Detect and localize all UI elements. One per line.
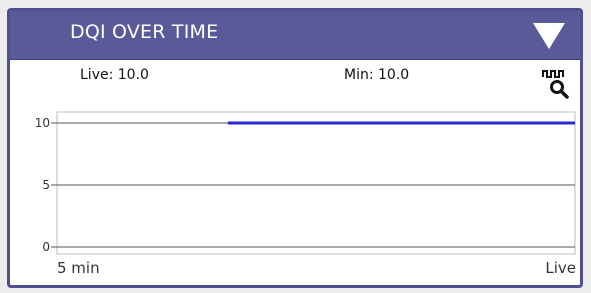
x-tick-label-end: Live [545, 259, 576, 277]
y-tick-label-5: 5 [42, 178, 50, 192]
dqi-over-time-panel: DQI OVER TIME Live: 10.0 Min: 10.0 0 5 10 … [7, 8, 583, 288]
min-value: Min: 10.0 [344, 67, 410, 83]
y-tick-label-10: 10 [35, 116, 50, 130]
x-tick-label-start: 5 min [57, 259, 100, 277]
live-value: Live: 10.0 [80, 67, 149, 83]
stats-bar: Live: 10.0 Min: 10.0 [10, 60, 580, 102]
panel-header: DQI OVER TIME [10, 11, 580, 60]
panel-title: DQI OVER TIME [70, 21, 219, 43]
dqi-chart: 0 5 10 5 min Live [10, 102, 580, 285]
waveform-zoom-icon[interactable] [542, 65, 570, 99]
plot-area [56, 111, 576, 255]
y-tick-label-0: 0 [42, 240, 50, 254]
triangle-down-icon[interactable] [532, 22, 566, 50]
dqi-chart-svg: 0 5 10 [35, 111, 576, 255]
